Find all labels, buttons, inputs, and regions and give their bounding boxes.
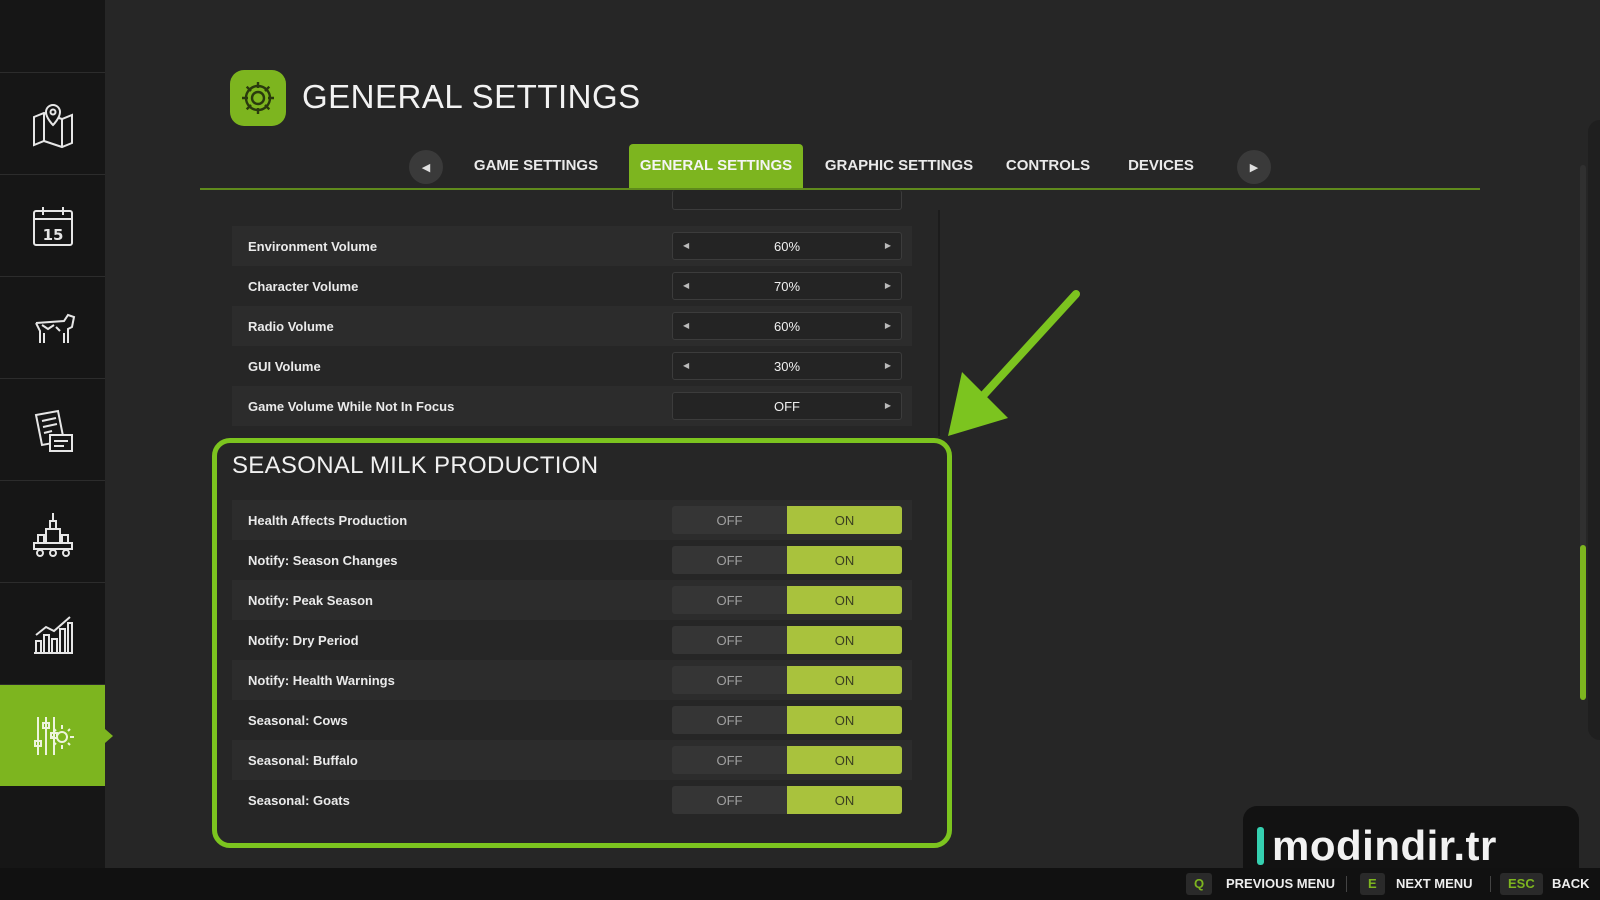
sidebar-item-production[interactable]: [0, 480, 105, 582]
scrollbar-thumb[interactable]: [1580, 545, 1586, 700]
watermark-bar: [1257, 827, 1264, 865]
map-icon: [32, 103, 73, 148]
active-indicator: [105, 729, 113, 743]
arrow-right-icon[interactable]: ▶: [885, 321, 891, 330]
sidebar-item-settings[interactable]: [0, 684, 113, 786]
stepper-value: 60%: [773, 318, 801, 334]
value-stepper[interactable]: OFF ▶: [672, 392, 902, 420]
tab-general-settings[interactable]: GENERAL SETTINGS: [629, 144, 803, 188]
setting-row: Radio Volume ◀ 60% ▶: [232, 306, 912, 346]
tab-graphic-settings[interactable]: GRAPHIC SETTINGS: [820, 144, 978, 188]
arrow-left-icon[interactable]: ◀: [683, 281, 689, 290]
value-stepper[interactable]: ◀ 30% ▶: [672, 352, 902, 380]
tab-bar: ◀ GAME SETTINGS GENERAL SETTINGS GRAPHIC…: [200, 144, 1480, 190]
value-stepper[interactable]: ◀ 60% ▶: [672, 232, 902, 260]
sidebar: 15: [0, 0, 113, 868]
setting-row: Game Volume While Not In Focus OFF ▶: [232, 386, 912, 426]
value-stepper[interactable]: ◀ 70% ▶: [672, 272, 902, 300]
prev-tab-button[interactable]: ◀: [409, 150, 443, 184]
separator: [1490, 876, 1491, 892]
next-menu-label[interactable]: NEXT MENU: [1396, 868, 1473, 900]
chevron-left-icon: ◀: [421, 161, 431, 174]
arrow-right-icon[interactable]: ▶: [885, 281, 891, 290]
setting-label: Radio Volume: [248, 318, 334, 334]
setting-label: Character Volume: [248, 278, 359, 294]
arrow-left-icon[interactable]: ◀: [683, 361, 689, 370]
right-panel-edge: [1588, 120, 1600, 740]
value-stepper[interactable]: ◀ 60% ▶: [672, 312, 902, 340]
stepper-value: 60%: [773, 238, 801, 254]
annotation-arrow-icon: [948, 290, 1080, 436]
arrow-right-icon[interactable]: ▶: [885, 401, 891, 410]
setting-row: Character Volume ◀ 70% ▶: [232, 266, 912, 306]
next-tab-button[interactable]: ▶: [1237, 150, 1271, 184]
key-next[interactable]: E: [1360, 873, 1385, 895]
arrow-left-icon[interactable]: ◀: [683, 321, 689, 330]
setting-label: Game Volume While Not In Focus: [248, 398, 455, 414]
production-icon: [32, 512, 73, 557]
calendar-icon: 15: [32, 206, 73, 246]
tab-devices[interactable]: DEVICES: [1116, 144, 1206, 188]
setting-row-partial: [232, 190, 912, 218]
stepper-value: OFF: [774, 398, 800, 414]
stepper-value: 30%: [773, 358, 801, 374]
arrow-right-icon[interactable]: ▶: [885, 241, 891, 250]
settings-gear-icon: [230, 70, 286, 126]
sidebar-item-calendar[interactable]: 15: [0, 174, 105, 276]
contracts-icon: [34, 409, 73, 452]
setting-label: Environment Volume: [248, 238, 378, 254]
page-title: GENERAL SETTINGS: [302, 78, 641, 115]
settings-sliders-icon: [33, 716, 74, 755]
tab-game-settings[interactable]: GAME SETTINGS: [462, 144, 610, 188]
setting-label: GUI Volume: [248, 358, 321, 374]
key-back[interactable]: ESC: [1500, 873, 1543, 895]
highlight-box: [212, 438, 952, 848]
arrow-right-icon[interactable]: ▶: [885, 361, 891, 370]
stepper-value: 70%: [773, 278, 801, 294]
sidebar-item-map[interactable]: [0, 72, 105, 174]
calendar-day: 15: [42, 226, 63, 244]
sidebar-item-statistics[interactable]: [0, 582, 105, 684]
setting-row: GUI Volume ◀ 30% ▶: [232, 346, 912, 386]
back-label[interactable]: BACK: [1552, 868, 1590, 900]
chevron-right-icon: ▶: [1249, 161, 1259, 174]
separator: [1346, 876, 1347, 892]
arrow-left-icon[interactable]: ◀: [683, 241, 689, 250]
bottom-bar: Q PREVIOUS MENU E NEXT MENU ESC BACK: [0, 868, 1600, 900]
key-prev[interactable]: Q: [1186, 873, 1213, 895]
cow-icon: [34, 313, 75, 343]
previous-menu-label[interactable]: PREVIOUS MENU: [1226, 868, 1335, 900]
value-stepper[interactable]: [672, 190, 902, 210]
sidebar-item-animals[interactable]: [0, 276, 105, 378]
statistics-icon: [33, 615, 73, 654]
setting-row: Environment Volume ◀ 60% ▶: [232, 226, 912, 266]
tab-controls[interactable]: CONTROLS: [998, 144, 1098, 188]
watermark-text: modindir.tr: [1272, 822, 1497, 869]
sidebar-item-contracts[interactable]: [0, 378, 105, 480]
